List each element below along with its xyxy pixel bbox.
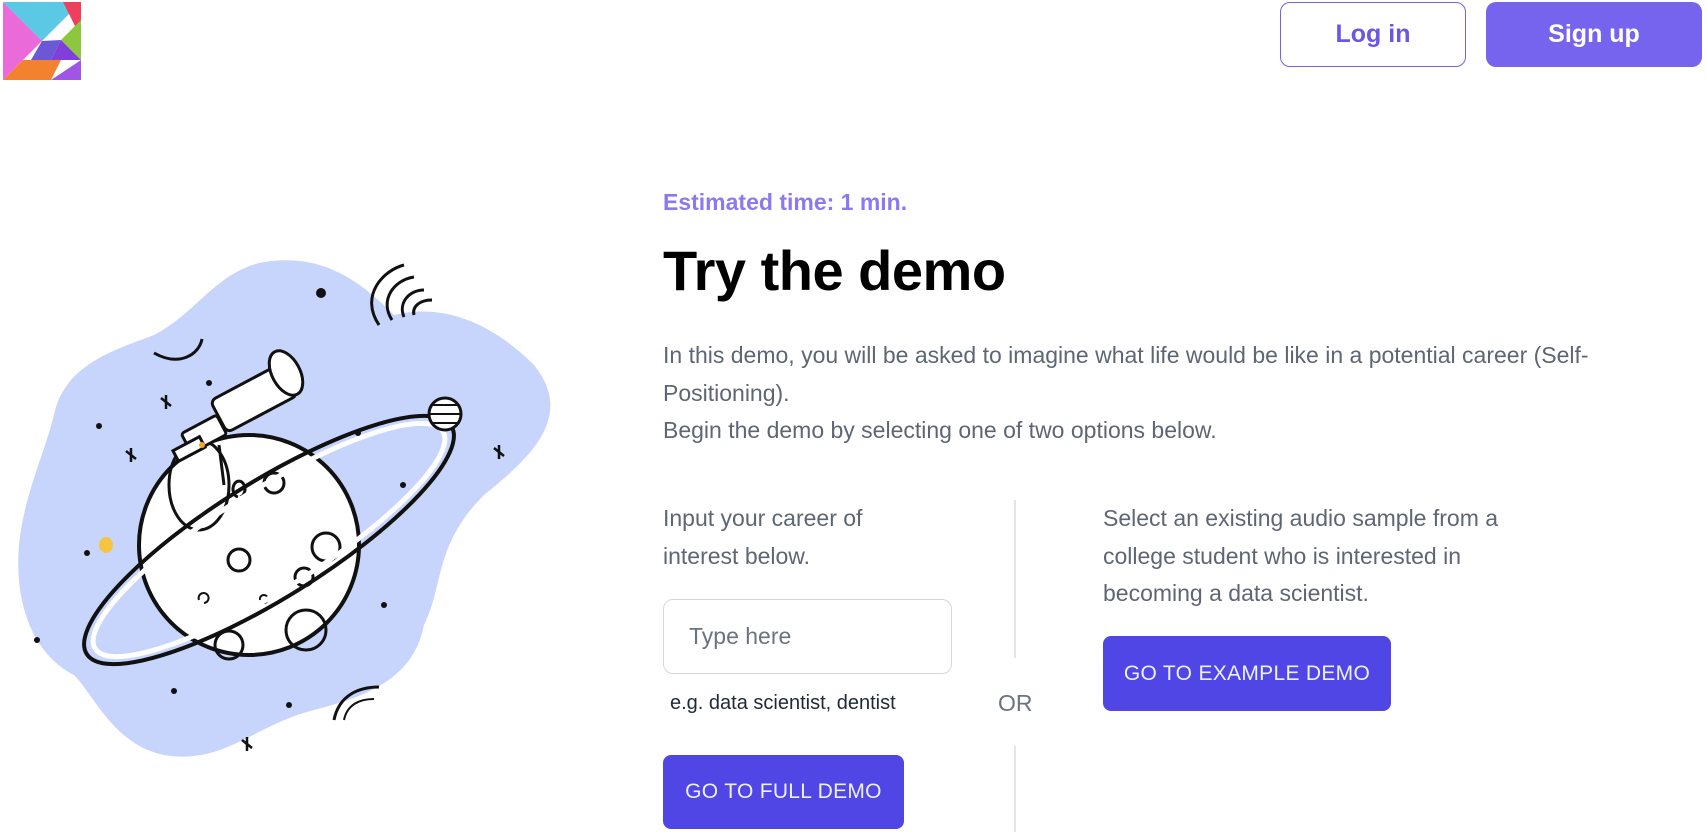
or-label: OR xyxy=(998,690,1033,716)
signup-button[interactable]: Sign up xyxy=(1486,2,1702,67)
description: In this demo, you will be asked to imagi… xyxy=(663,337,1683,450)
page: Log in Sign up Estimated time: 1 min. Tr… xyxy=(0,0,1707,832)
career-input[interactable] xyxy=(663,599,952,674)
tangram-logo-icon[interactable] xyxy=(3,2,81,80)
divider-bottom xyxy=(1014,746,1016,832)
description-line-2: Begin the demo by selecting one of two o… xyxy=(663,417,1217,443)
example-demo-button[interactable]: GO TO EXAMPLE DEMO xyxy=(1103,636,1391,711)
full-demo-button[interactable]: GO TO FULL DEMO xyxy=(663,755,904,829)
career-hint: e.g. data scientist, dentist xyxy=(670,692,896,714)
login-button[interactable]: Log in xyxy=(1280,2,1466,67)
astronaut-planet-telescope-illustration xyxy=(14,255,554,765)
career-prompt: Input your career of interest below. xyxy=(663,505,863,569)
divider-top xyxy=(1014,500,1016,658)
estimated-time: Estimated time: 1 min. xyxy=(663,189,908,215)
description-line-1: In this demo, you will be asked to imagi… xyxy=(663,342,1589,406)
example-prompt: Select an existing audio sample from a c… xyxy=(1103,505,1499,606)
page-title: Try the demo xyxy=(663,239,1006,302)
